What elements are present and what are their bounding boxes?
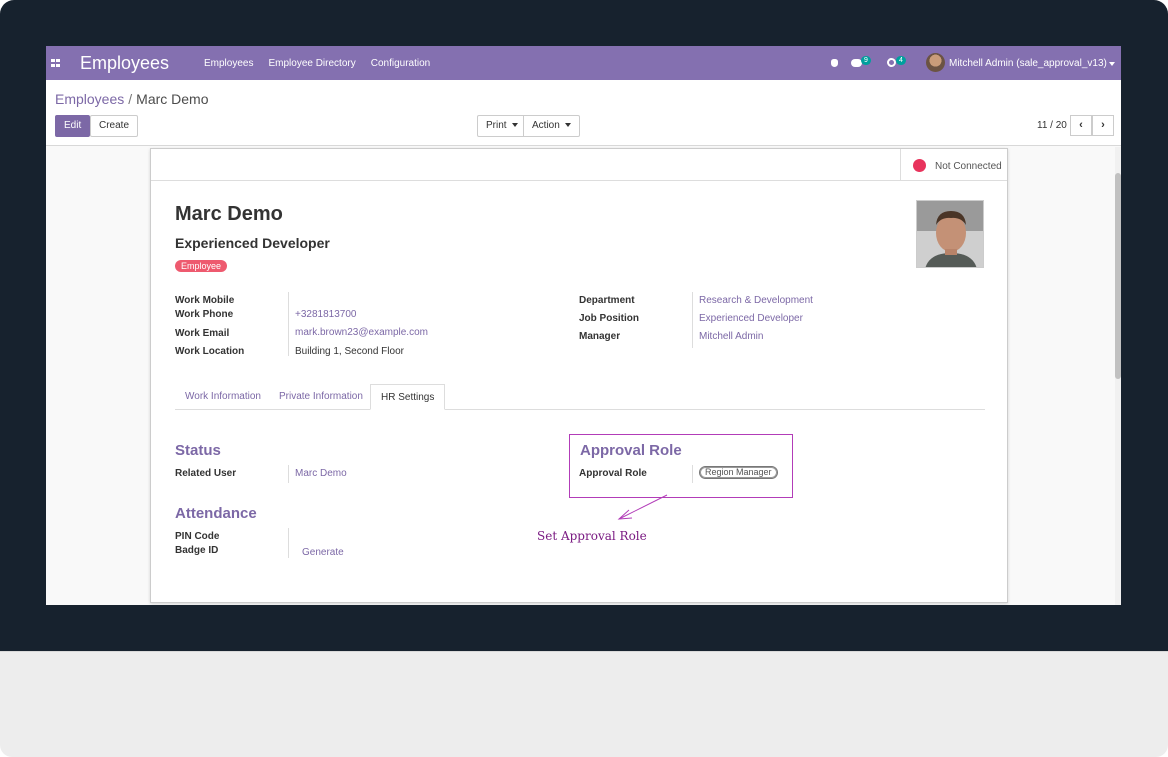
employee-photo[interactable]: [916, 200, 984, 268]
print-dropdown-button[interactable]: Print: [477, 115, 527, 137]
activities-clock-icon[interactable]: [887, 58, 896, 67]
action-label: Action: [532, 120, 560, 131]
breadcrumb-separator: /: [128, 91, 133, 107]
action-dropdown-button[interactable]: Action: [523, 115, 580, 137]
main-menu: Employees Employee Directory Configurati…: [204, 58, 430, 69]
menu-employees[interactable]: Employees: [204, 58, 253, 69]
scrollbar-thumb[interactable]: [1115, 173, 1121, 379]
pager-previous-button[interactable]: ‹: [1070, 115, 1092, 136]
manager-label: Manager: [579, 331, 621, 342]
presence-status-label: Not Connected: [935, 161, 1002, 172]
generate-badge-button[interactable]: Generate: [302, 547, 344, 558]
work-phone-label: Work Phone: [175, 309, 234, 320]
job-position-value[interactable]: Experienced Developer: [699, 313, 803, 324]
presence-status-button[interactable]: Not Connected: [900, 149, 1007, 181]
form-notebook-tabs: Work Information Private Information HR …: [175, 384, 985, 410]
breadcrumb-current: Marc Demo: [136, 91, 209, 107]
field-separator: [288, 292, 289, 356]
department-label: Department: [579, 295, 635, 306]
manager-value[interactable]: Mitchell Admin: [699, 331, 763, 342]
employee-tag: Employee: [175, 260, 228, 272]
create-button[interactable]: Create: [90, 115, 139, 137]
related-user-value[interactable]: Marc Demo: [295, 468, 347, 479]
related-user-label: Related User: [175, 468, 237, 479]
debug-bug-icon[interactable]: [831, 59, 838, 67]
field-separator: [692, 292, 693, 348]
caret-down-icon: [511, 123, 518, 128]
work-location-label: Work Location: [175, 346, 245, 357]
employee-name: Marc Demo: [175, 203, 283, 225]
field-separator: [288, 465, 289, 483]
tab-hr-settings[interactable]: HR Settings: [370, 384, 446, 410]
work-location-value: Building 1, Second Floor: [295, 346, 404, 357]
work-email-value[interactable]: mark.brown23@example.com: [295, 327, 428, 338]
status-section-title: Status: [175, 442, 221, 459]
employee-photo-image: [917, 201, 983, 267]
approval-role-highlight-box: [569, 434, 793, 498]
user-avatar[interactable]: [926, 53, 945, 72]
print-label: Print: [486, 120, 507, 131]
employee-form-sheet: Not Connected Marc Demo Experienced Deve…: [150, 148, 1008, 603]
messages-count-badge: 9: [861, 56, 871, 65]
badge-id-label: Badge ID: [175, 545, 219, 556]
annotation-label: Set Approval Role: [537, 529, 647, 543]
chevron-left-icon: ‹: [1079, 119, 1083, 131]
user-menu-name[interactable]: Mitchell Admin (sale_approval_v13): [949, 58, 1107, 69]
page-scrollbar[interactable]: [1115, 147, 1121, 605]
attendance-section-title: Attendance: [175, 505, 257, 522]
chevron-right-icon: ›: [1101, 119, 1105, 131]
department-value[interactable]: Research & Development: [699, 295, 813, 306]
annotation-arrow-icon: [617, 494, 668, 520]
sheet-button-box: Not Connected: [151, 149, 1007, 181]
caret-down-icon: [564, 123, 571, 128]
apps-grid-icon[interactable]: [51, 59, 60, 67]
app-brand[interactable]: Employees: [80, 53, 169, 74]
monitor-stand: [0, 651, 1168, 757]
employee-job-title: Experienced Developer: [175, 235, 330, 251]
pager-value[interactable]: 11 / 20: [1037, 120, 1067, 131]
activities-count-badge: 4: [896, 56, 906, 65]
status-dot-icon: [913, 159, 926, 172]
work-phone-value[interactable]: +3281813700: [295, 309, 356, 320]
work-email-label: Work Email: [175, 328, 230, 339]
pin-code-label: PIN Code: [175, 531, 220, 542]
control-panel: Employees / Marc Demo Edit Create Print Ac…: [46, 80, 1121, 146]
breadcrumb-parent[interactable]: Employees: [55, 91, 124, 107]
user-menu-caret-icon[interactable]: [1109, 62, 1115, 66]
menu-configuration[interactable]: Configuration: [371, 58, 430, 69]
pager-next-button[interactable]: ›: [1092, 115, 1114, 136]
field-separator: [288, 528, 289, 558]
top-navbar: Employees Employees Employee Directory C…: [46, 46, 1121, 80]
tab-private-information[interactable]: Private Information: [269, 384, 373, 410]
job-position-label: Job Position: [579, 313, 639, 324]
edit-button[interactable]: Edit: [55, 115, 91, 137]
breadcrumb: Employees / Marc Demo: [55, 91, 209, 107]
app-screen: Employees Employees Employee Directory C…: [46, 46, 1121, 605]
tab-work-information[interactable]: Work Information: [175, 384, 271, 410]
work-mobile-label: Work Mobile: [175, 295, 235, 306]
menu-employee-directory[interactable]: Employee Directory: [268, 58, 355, 69]
